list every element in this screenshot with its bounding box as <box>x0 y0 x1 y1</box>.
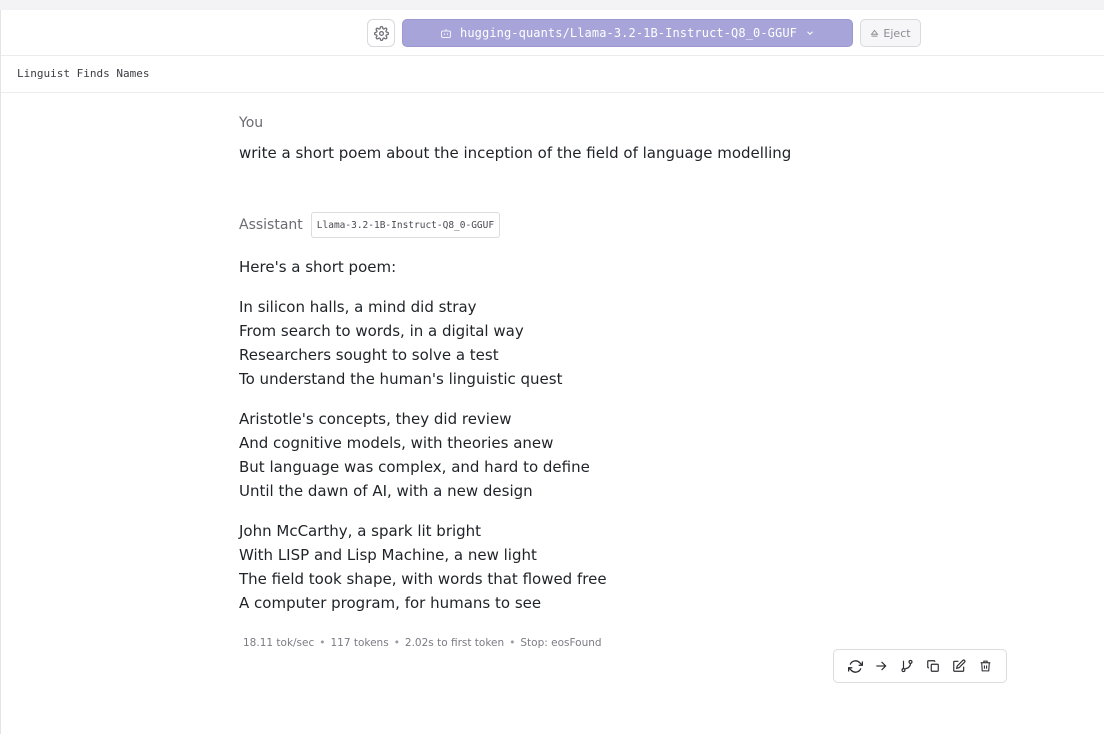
response-paragraph: In silicon halls, a mind did stray From … <box>239 298 563 388</box>
edit-button[interactable] <box>948 655 970 677</box>
user-role-label: You <box>239 115 264 131</box>
chat-title[interactable]: Linguist Finds Names <box>17 67 149 80</box>
regenerate-icon <box>847 659 863 674</box>
model-chip: Llama-3.2-1B-Instruct-Q8_0-GGUF <box>310 212 501 238</box>
message-actions-bar <box>833 649 1007 683</box>
continue-icon <box>874 659 888 673</box>
stat-speed: 18.11 tok/sec <box>243 637 315 649</box>
eject-label: Eject <box>883 26 911 40</box>
stat-separator: • <box>393 637 400 649</box>
response-paragraph: Aristotle's concepts, they did review An… <box>239 410 590 500</box>
settings-button[interactable] <box>367 19 395 47</box>
copy-button[interactable] <box>922 655 944 677</box>
window-top-strip <box>0 0 1104 10</box>
response-paragraph: Here's a short poem: <box>239 258 397 276</box>
chevron-down-icon <box>805 28 815 38</box>
delete-icon <box>979 659 992 673</box>
top-toolbar: hugging-quants/Llama-3.2-1B-Instruct-Q8_… <box>1 10 1104 56</box>
assistant-message: Here's a short poem: In silicon halls, a… <box>239 255 607 631</box>
chat-header: Linguist Finds Names <box>1 56 1104 93</box>
model-name: hugging-quants/Llama-3.2-1B-Instruct-Q8_… <box>460 26 797 40</box>
stat-separator: • <box>319 637 326 649</box>
stat-stop-reason: Stop: eosFound <box>520 637 602 649</box>
branch-button[interactable] <box>896 655 918 677</box>
model-selector[interactable]: hugging-quants/Llama-3.2-1B-Instruct-Q8_… <box>402 19 853 47</box>
edit-icon <box>952 659 966 673</box>
user-message: write a short poem about the inception o… <box>239 144 792 162</box>
stat-separator: • <box>509 637 516 649</box>
response-paragraph: John McCarthy, a spark lit bright With L… <box>239 522 607 612</box>
stat-tokens: 117 tokens <box>330 637 389 649</box>
assistant-role-label: Assistant <box>239 217 303 233</box>
regenerate-button[interactable] <box>844 655 866 677</box>
generation-stats: 18.11 tok/sec • 117 tokens • 2.02s to fi… <box>243 637 602 649</box>
sidebar-divider <box>0 10 1 734</box>
eject-icon <box>870 29 879 38</box>
delete-button[interactable] <box>974 655 996 677</box>
stat-first-token: 2.02s to first token <box>404 637 505 649</box>
robot-icon <box>440 28 452 39</box>
eject-button[interactable]: Eject <box>860 19 921 47</box>
copy-icon <box>926 659 940 673</box>
assistant-header: Assistant Llama-3.2-1B-Instruct-Q8_0-GGU… <box>239 212 501 238</box>
gear-icon <box>373 25 389 41</box>
branch-icon <box>900 659 914 673</box>
continue-button[interactable] <box>870 655 892 677</box>
